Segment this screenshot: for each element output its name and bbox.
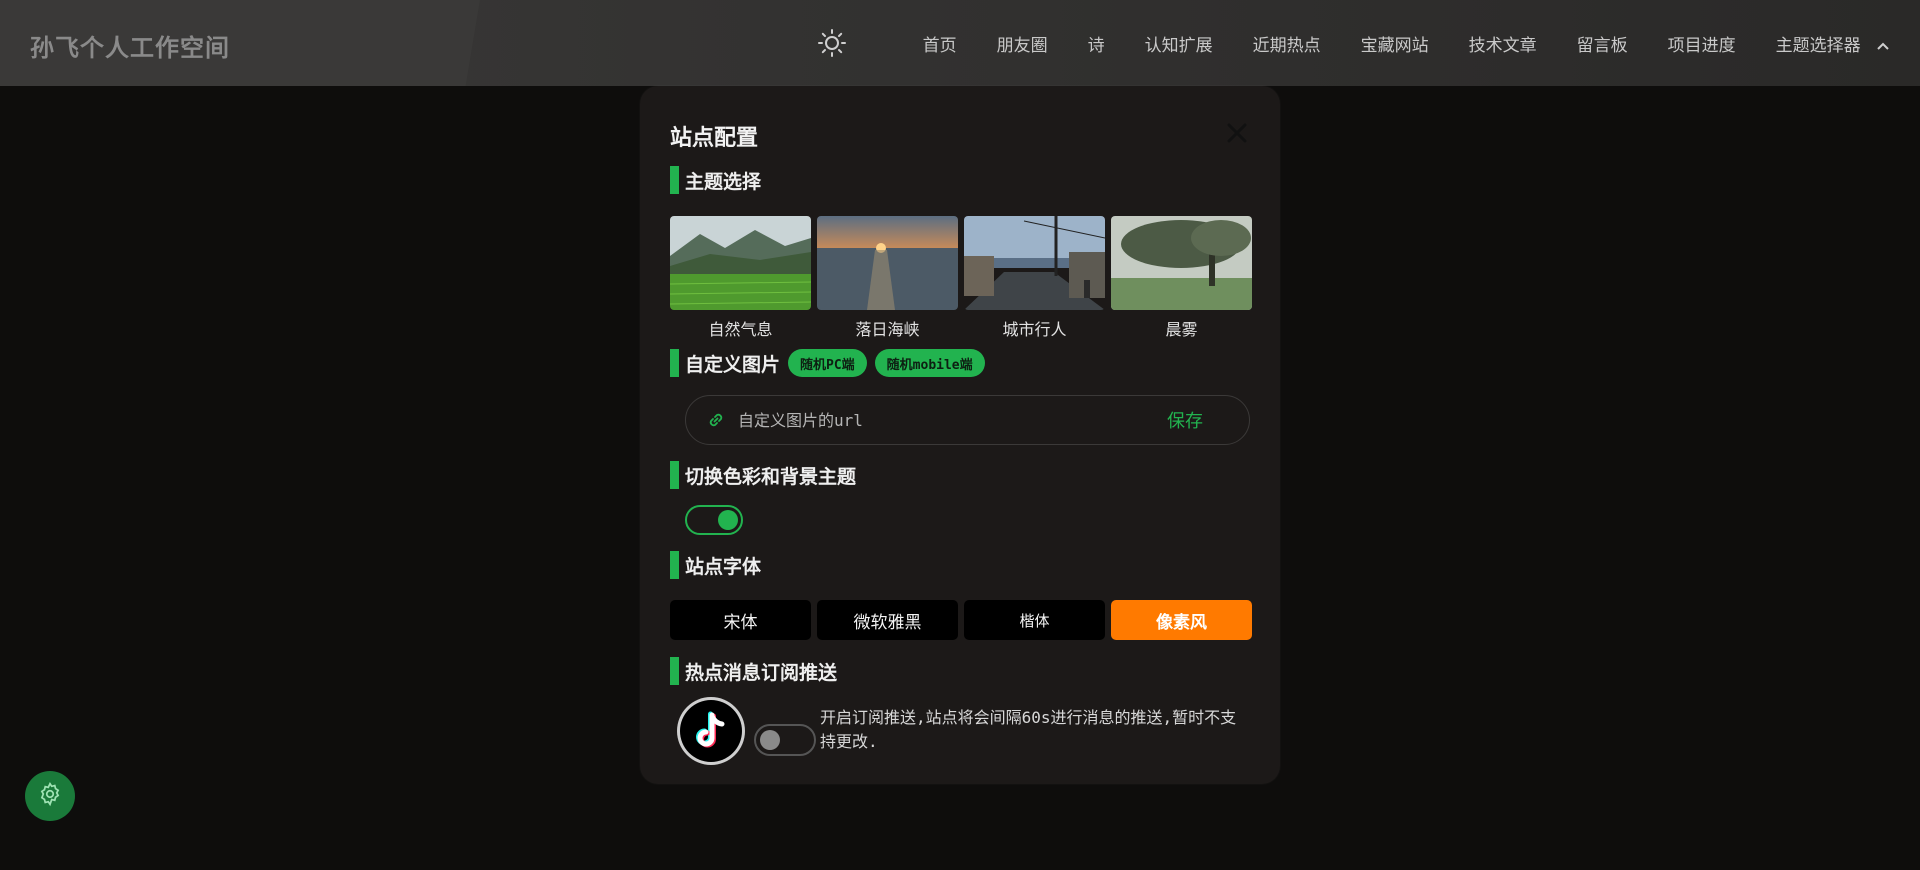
font-options: 宋体 微软雅黑 楷体 像素风 [670, 600, 1252, 640]
section-color-theme-title: 切换色彩和背景主题 [685, 465, 857, 488]
nav-item-cognition[interactable]: 认知扩展 [1145, 31, 1213, 56]
nav-item-theme-selector-label: 主题选择器 [1775, 35, 1861, 56]
theme-thumbnail-city [964, 216, 1105, 310]
section-custom-image-title: 自定义图片 [685, 353, 781, 376]
settings-fab[interactable] [25, 771, 75, 821]
section-marker [670, 461, 679, 489]
nav-item-message-board[interactable]: 留言板 [1577, 31, 1628, 56]
theme-list: 自然气息 落日海峡 城市行人 晨雾 [670, 216, 1252, 340]
section-custom-image: 自定义图片 随机PC端 随机mobile端 [670, 349, 985, 377]
font-option-song[interactable]: 宋体 [670, 600, 811, 640]
custom-image-url-field: 保存 [685, 395, 1250, 445]
top-header: 孙飞个人工作空间 首页 朋友圈 诗 认知扩展 近期热点 宝藏网站 技术文章 留言… [0, 0, 1920, 86]
chevron-up-icon [1876, 41, 1890, 51]
color-theme-toggle[interactable] [685, 505, 743, 535]
theme-option-nature[interactable]: 自然气息 [670, 216, 811, 340]
theme-option-city[interactable]: 城市行人 [964, 216, 1105, 340]
section-marker [670, 349, 679, 377]
nav-item-project-progress[interactable]: 项目进度 [1668, 31, 1736, 56]
theme-thumbnail-fog [1111, 216, 1252, 310]
toggle-knob [718, 510, 738, 530]
theme-label: 落日海峡 [855, 320, 920, 339]
theme-option-sunset[interactable]: 落日海峡 [817, 216, 958, 340]
section-marker [670, 657, 679, 685]
section-font: 站点字体 [670, 551, 761, 579]
theme-label: 自然气息 [708, 320, 773, 339]
main-nav: 首页 朋友圈 诗 认知扩展 近期热点 宝藏网站 技术文章 留言板 项目进度 主题… [815, 0, 1890, 86]
push-subscription-toggle[interactable] [754, 724, 816, 756]
section-push-title: 热点消息订阅推送 [685, 661, 838, 684]
random-mobile-chip[interactable]: 随机mobile端 [874, 349, 985, 377]
nav-item-hot-topics[interactable]: 近期热点 [1253, 31, 1321, 56]
section-marker [670, 166, 679, 194]
nav-item-poetry[interactable]: 诗 [1088, 31, 1105, 56]
dialog-title: 站点配置 [670, 126, 759, 151]
section-push: 热点消息订阅推送 [670, 657, 837, 685]
sun-icon[interactable] [815, 26, 849, 60]
section-marker [670, 551, 679, 579]
theme-label: 城市行人 [1002, 320, 1067, 339]
nav-item-treasure-sites[interactable]: 宝藏网站 [1361, 31, 1429, 56]
tiktok-icon [680, 700, 742, 762]
font-option-kai[interactable]: 楷体 [964, 600, 1105, 640]
site-config-dialog: 站点配置 主题选择 自然气息 落日海峡 城市行人 晨雾 自定义图片 随机PC端 … [640, 86, 1280, 784]
nav-item-tech-articles[interactable]: 技术文章 [1469, 31, 1537, 56]
section-color-theme: 切换色彩和背景主题 [670, 461, 856, 489]
nav-item-theme-selector[interactable]: 主题选择器 [1776, 31, 1890, 56]
theme-label: 晨雾 [1165, 320, 1198, 339]
section-theme: 主题选择 [670, 166, 761, 194]
push-description: 开启订阅推送,站点将会间隔60s进行消息的推送,暂时不支持更改. [820, 708, 1237, 751]
gear-icon [37, 781, 63, 811]
section-theme-title: 主题选择 [685, 170, 762, 193]
link-icon [706, 410, 726, 430]
custom-image-url-input[interactable] [736, 409, 1140, 431]
save-button[interactable]: 保存 [1167, 407, 1203, 433]
close-icon[interactable] [1224, 120, 1250, 146]
theme-option-fog[interactable]: 晨雾 [1111, 216, 1252, 340]
theme-thumbnail-nature [670, 216, 811, 310]
font-option-yahei[interactable]: 微软雅黑 [817, 600, 958, 640]
toggle-knob [760, 730, 780, 750]
section-font-title: 站点字体 [685, 555, 762, 578]
font-option-pixel[interactable]: 像素风 [1111, 600, 1252, 640]
random-pc-chip[interactable]: 随机PC端 [788, 349, 867, 377]
site-brand[interactable]: 孙飞个人工作空间 [30, 28, 230, 63]
theme-thumbnail-sunset [817, 216, 958, 310]
nav-item-moments[interactable]: 朋友圈 [997, 31, 1048, 56]
nav-item-home[interactable]: 首页 [923, 31, 957, 56]
